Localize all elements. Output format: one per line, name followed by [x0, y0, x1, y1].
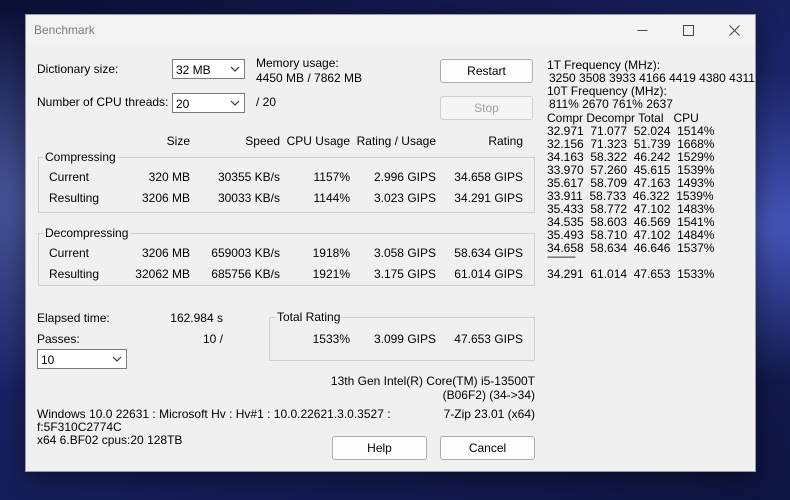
maximize-icon	[682, 24, 694, 36]
benchmark-window: Benchmark Dictionary size: 32 MB Memory …	[25, 14, 756, 472]
log-row: 32.971 71.077 52.024 1514%	[547, 124, 715, 138]
row-name: Current	[49, 170, 90, 184]
cell-cpu: 1918%	[312, 246, 350, 260]
title-bar: Benchmark	[26, 15, 755, 45]
log-row: 35.493 58.710 47.102 1484%	[547, 228, 715, 242]
log-summary: 34.291 61.014 47.653 1533%	[547, 267, 715, 281]
dictionary-size-label: Dictionary size:	[37, 62, 119, 76]
cell-rating-usage: 3.058 GIPS	[373, 246, 436, 260]
cell-rating: 34.658 GIPS	[454, 170, 523, 184]
cpu-threads-total: / 20	[256, 95, 277, 109]
minimize-button[interactable]	[619, 15, 665, 45]
freq-10t-values: 811% 2670 761% 2637	[549, 97, 673, 111]
log-row: 33.911 58.733 46.322 1539%	[547, 189, 714, 203]
window-title: Benchmark	[34, 23, 95, 37]
passes-label: Passes:	[37, 332, 80, 346]
row-name: Resulting	[49, 267, 100, 281]
freq-1t-label: 1T Frequency (MHz):	[547, 58, 661, 72]
version-info: 7-Zip 23.01 (x64)	[443, 407, 535, 421]
cell-size: 3206 MB	[141, 246, 190, 260]
cell-rating: 61.014 GIPS	[454, 267, 523, 281]
cell-speed: 30355 KB/s	[217, 170, 280, 184]
log-header: Compr Decompr Total CPU	[547, 111, 699, 125]
stop-button[interactable]: Stop	[440, 96, 533, 120]
log-row: 35.433 58.772 47.102 1483%	[547, 202, 715, 216]
log-row: 33.970 57.260 45.615 1539%	[547, 163, 715, 177]
cell-speed: 685756 KB/s	[211, 267, 280, 281]
minimize-icon	[637, 29, 647, 31]
cell-rating: 58.634 GIPS	[454, 246, 523, 260]
chevron-down-icon	[230, 66, 240, 72]
total-rating-label: Total Rating	[275, 310, 343, 324]
log-row: 35.617 58.709 47.163 1493%	[547, 176, 715, 190]
cell-rating: 34.291 GIPS	[454, 191, 523, 205]
cell-rating-usage: 3.175 GIPS	[373, 267, 436, 281]
cpu-id: (B06F2) (34->34)	[442, 388, 535, 402]
elapsed-time-label: Elapsed time:	[37, 311, 110, 325]
col-size: Size	[166, 134, 190, 148]
hv-info: f:5F310C2774C	[37, 420, 122, 434]
cpu-name: 13th Gen Intel(R) Core(TM) i5-13500T	[330, 374, 535, 388]
total-cpu: 1533%	[312, 332, 350, 346]
col-rating-usage: Rating / Usage	[356, 134, 436, 148]
row-name: Current	[49, 246, 90, 260]
col-speed: Speed	[245, 134, 280, 148]
help-button[interactable]: Help	[332, 436, 427, 460]
cell-rating-usage: 2.996 GIPS	[373, 170, 436, 184]
restart-button[interactable]: Restart	[440, 59, 533, 83]
total-rating-value: 47.653 GIPS	[454, 332, 523, 346]
cell-size: 3206 MB	[141, 191, 190, 205]
chevron-down-icon	[112, 356, 122, 362]
decompressing-label: Decompressing	[43, 226, 131, 240]
total-rating-usage: 3.099 GIPS	[373, 332, 436, 346]
dictionary-size-select[interactable]: 32 MB	[172, 59, 245, 79]
col-cpu-usage: CPU Usage	[286, 134, 350, 148]
cell-speed: 659003 KB/s	[211, 246, 280, 260]
freq-10t-label: 10T Frequency (MHz):	[547, 84, 667, 98]
passes-select-value: 10	[41, 353, 55, 367]
cpu-threads-select[interactable]: 20	[172, 93, 245, 113]
close-button[interactable]	[711, 15, 757, 45]
row-name: Resulting	[49, 191, 100, 205]
dictionary-size-value: 32 MB	[176, 63, 211, 77]
compressing-label: Compressing	[43, 150, 118, 164]
close-icon	[728, 24, 740, 36]
os-info: Windows 10.0 22631 : Microsoft Hv : Hv#1…	[37, 407, 391, 421]
cell-size: 320 MB	[148, 170, 190, 184]
memory-usage-value: 4450 MB / 7862 MB	[256, 71, 363, 85]
maximize-button[interactable]	[665, 15, 711, 45]
cpu-threads-value: 20	[176, 97, 190, 111]
log-row: 34.163 58.322 46.242 1529%	[547, 150, 715, 164]
col-rating: Rating	[488, 134, 523, 148]
cell-speed: 30033 KB/s	[217, 191, 280, 205]
cancel-button[interactable]: Cancel	[440, 436, 535, 460]
passes-select[interactable]: 10	[37, 349, 127, 369]
elapsed-time-value: 162.984 s	[170, 311, 223, 325]
arch-info: x64 6.BF02 cpus:20 128TB	[37, 433, 183, 447]
log-row: 34.535 58.603 46.569 1541%	[547, 215, 715, 229]
cell-cpu: 1144%	[313, 191, 350, 205]
cell-cpu: 1157%	[313, 170, 350, 184]
cell-rating-usage: 3.023 GIPS	[373, 191, 436, 205]
freq-1t-values: 3250 3508 3933 4166 4419 4380 4311	[549, 71, 755, 85]
log-separator: ------------	[547, 252, 576, 263]
cell-cpu: 1921%	[312, 267, 350, 281]
passes-value: 10 /	[202, 332, 223, 346]
memory-usage-label: Memory usage:	[256, 56, 339, 70]
cell-size: 32062 MB	[135, 267, 190, 281]
log-row: 32.156 71.323 51.739 1668%	[547, 137, 715, 151]
chevron-down-icon	[230, 100, 240, 106]
cpu-threads-label: Number of CPU threads:	[37, 95, 169, 109]
